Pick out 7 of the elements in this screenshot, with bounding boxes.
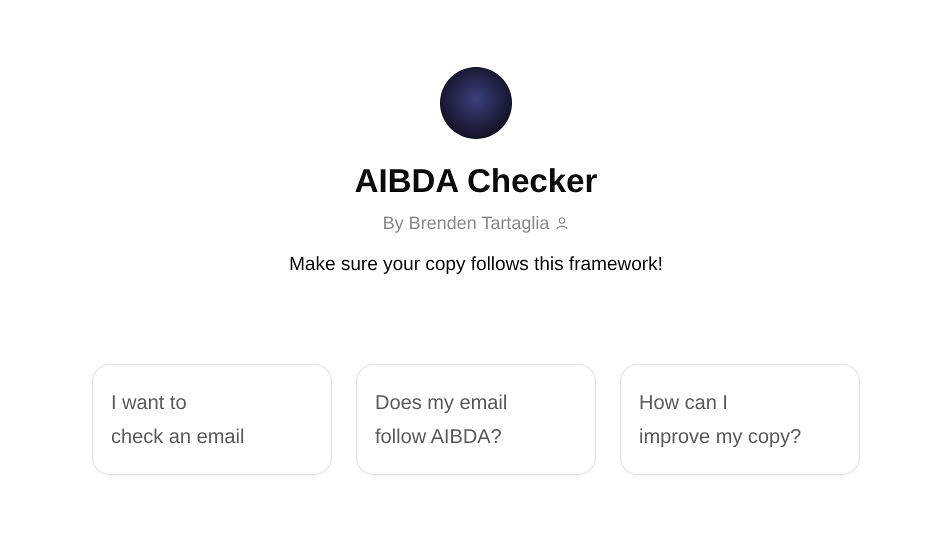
gpt-title: AIBDA Checker (354, 161, 598, 201)
prompt-suggestion[interactable]: How can I improve my copy? (620, 364, 860, 475)
prompt-suggestion[interactable]: I want to check an email (92, 364, 332, 475)
person-icon (555, 216, 570, 230)
prompt-suggestion[interactable]: Does my email follow AIBDA? (356, 364, 596, 475)
gpt-description: Make sure your copy follows this framework! (289, 253, 663, 277)
author-name: By Brenden Tartaglia (382, 212, 550, 235)
